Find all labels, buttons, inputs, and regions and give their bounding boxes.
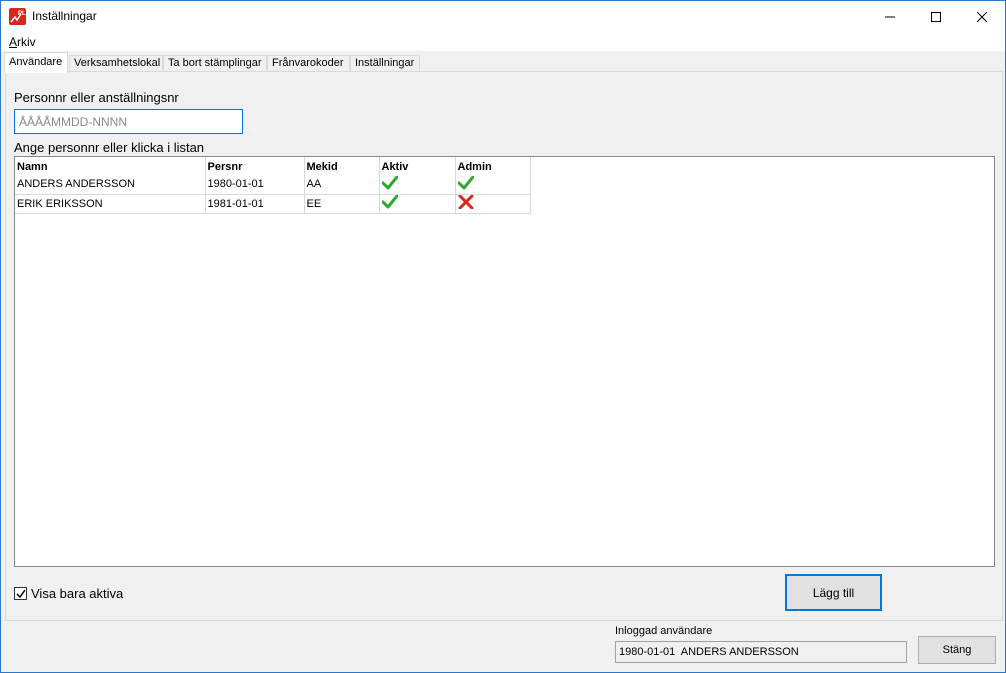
tab-verksamhetslokal[interactable]: Verksamhetslokal — [69, 55, 163, 72]
cell-namn: ERIK ERIKSSON — [15, 194, 206, 214]
cell-mekid: EE — [304, 194, 380, 214]
cell-aktiv — [379, 194, 456, 214]
user-list[interactable]: Namn Persnr Mekid Aktiv Admin ANDERS AND… — [14, 156, 995, 567]
column-header-admin[interactable]: Admin — [455, 157, 531, 175]
menu-arkiv-rest: rkiv — [17, 35, 36, 49]
add-user-button[interactable]: Lägg till — [785, 574, 882, 611]
tab-installningar[interactable]: Inställningar — [350, 55, 420, 72]
visa-bara-aktiva-checkbox[interactable] — [14, 587, 27, 600]
persnr-input[interactable] — [14, 109, 243, 134]
column-header-aktiv[interactable]: Aktiv — [379, 157, 456, 175]
cell-admin — [455, 175, 531, 195]
cell-namn: ANDERS ANDERSSON — [15, 175, 206, 195]
tab-ta-bort-stamplingar[interactable]: Ta bort stämplingar — [163, 55, 267, 72]
settings-window: PL Inställningar Arkiv Användare Verksam… — [0, 0, 1006, 673]
minimize-icon — [885, 16, 895, 17]
cell-mekid: AA — [304, 175, 380, 195]
check-icon — [381, 175, 398, 190]
checkmark-icon — [15, 589, 26, 598]
column-header-namn[interactable]: Namn — [15, 157, 206, 175]
cell-persnr: 1981-01-01 — [205, 194, 305, 214]
user-table: Namn Persnr Mekid Aktiv Admin ANDERS AND… — [15, 157, 531, 214]
minimize-button[interactable] — [867, 1, 913, 32]
cross-icon — [458, 194, 473, 210]
tab-page-anvandare: Personnr eller anställningsnr Ange perso… — [5, 71, 1003, 621]
list-label: Ange personnr eller klicka i listan — [14, 140, 205, 155]
check-icon — [381, 194, 398, 209]
app-icon: PL — [9, 8, 26, 25]
table-header-row: Namn Persnr Mekid Aktiv Admin — [15, 157, 531, 175]
close-window-button[interactable] — [959, 1, 1005, 32]
menu-arkiv[interactable]: Arkiv — [9, 35, 36, 49]
menu-arkiv-mnemonic: A — [9, 35, 18, 49]
table-row[interactable]: ANDERS ANDERSSON 1980-01-01 AA — [15, 175, 531, 195]
persnr-label: Personnr eller anställningsnr — [14, 90, 179, 105]
maximize-button[interactable] — [913, 1, 959, 32]
column-header-mekid[interactable]: Mekid — [304, 157, 380, 175]
logged-in-user-field: 1980-01-01 ANDERS ANDERSSON — [615, 641, 907, 663]
filter-active-row[interactable]: Visa bara aktiva — [14, 586, 123, 601]
table-row[interactable]: ERIK ERIKSSON 1981-01-01 EE — [15, 194, 531, 214]
window-title: Inställningar — [32, 9, 97, 23]
logged-in-label: Inloggad användare — [615, 625, 713, 637]
maximize-icon — [931, 11, 941, 22]
menu-bar: Arkiv — [1, 32, 1005, 51]
cell-admin — [455, 194, 531, 214]
close-icon — [977, 11, 987, 22]
tab-anvandare[interactable]: Användare — [4, 52, 68, 73]
cell-aktiv — [379, 175, 456, 195]
tab-franvarokoder[interactable]: Frånvarokoder — [267, 55, 350, 72]
column-header-persnr[interactable]: Persnr — [205, 157, 305, 175]
cell-persnr: 1980-01-01 — [205, 175, 305, 195]
check-icon — [457, 175, 474, 190]
tab-strip: Användare Verksamhetslokal Ta bort stämp… — [1, 51, 1005, 73]
visa-bara-aktiva-label[interactable]: Visa bara aktiva — [31, 586, 123, 601]
close-button[interactable]: Stäng — [918, 636, 996, 664]
title-bar[interactable]: PL Inställningar — [1, 1, 1005, 32]
